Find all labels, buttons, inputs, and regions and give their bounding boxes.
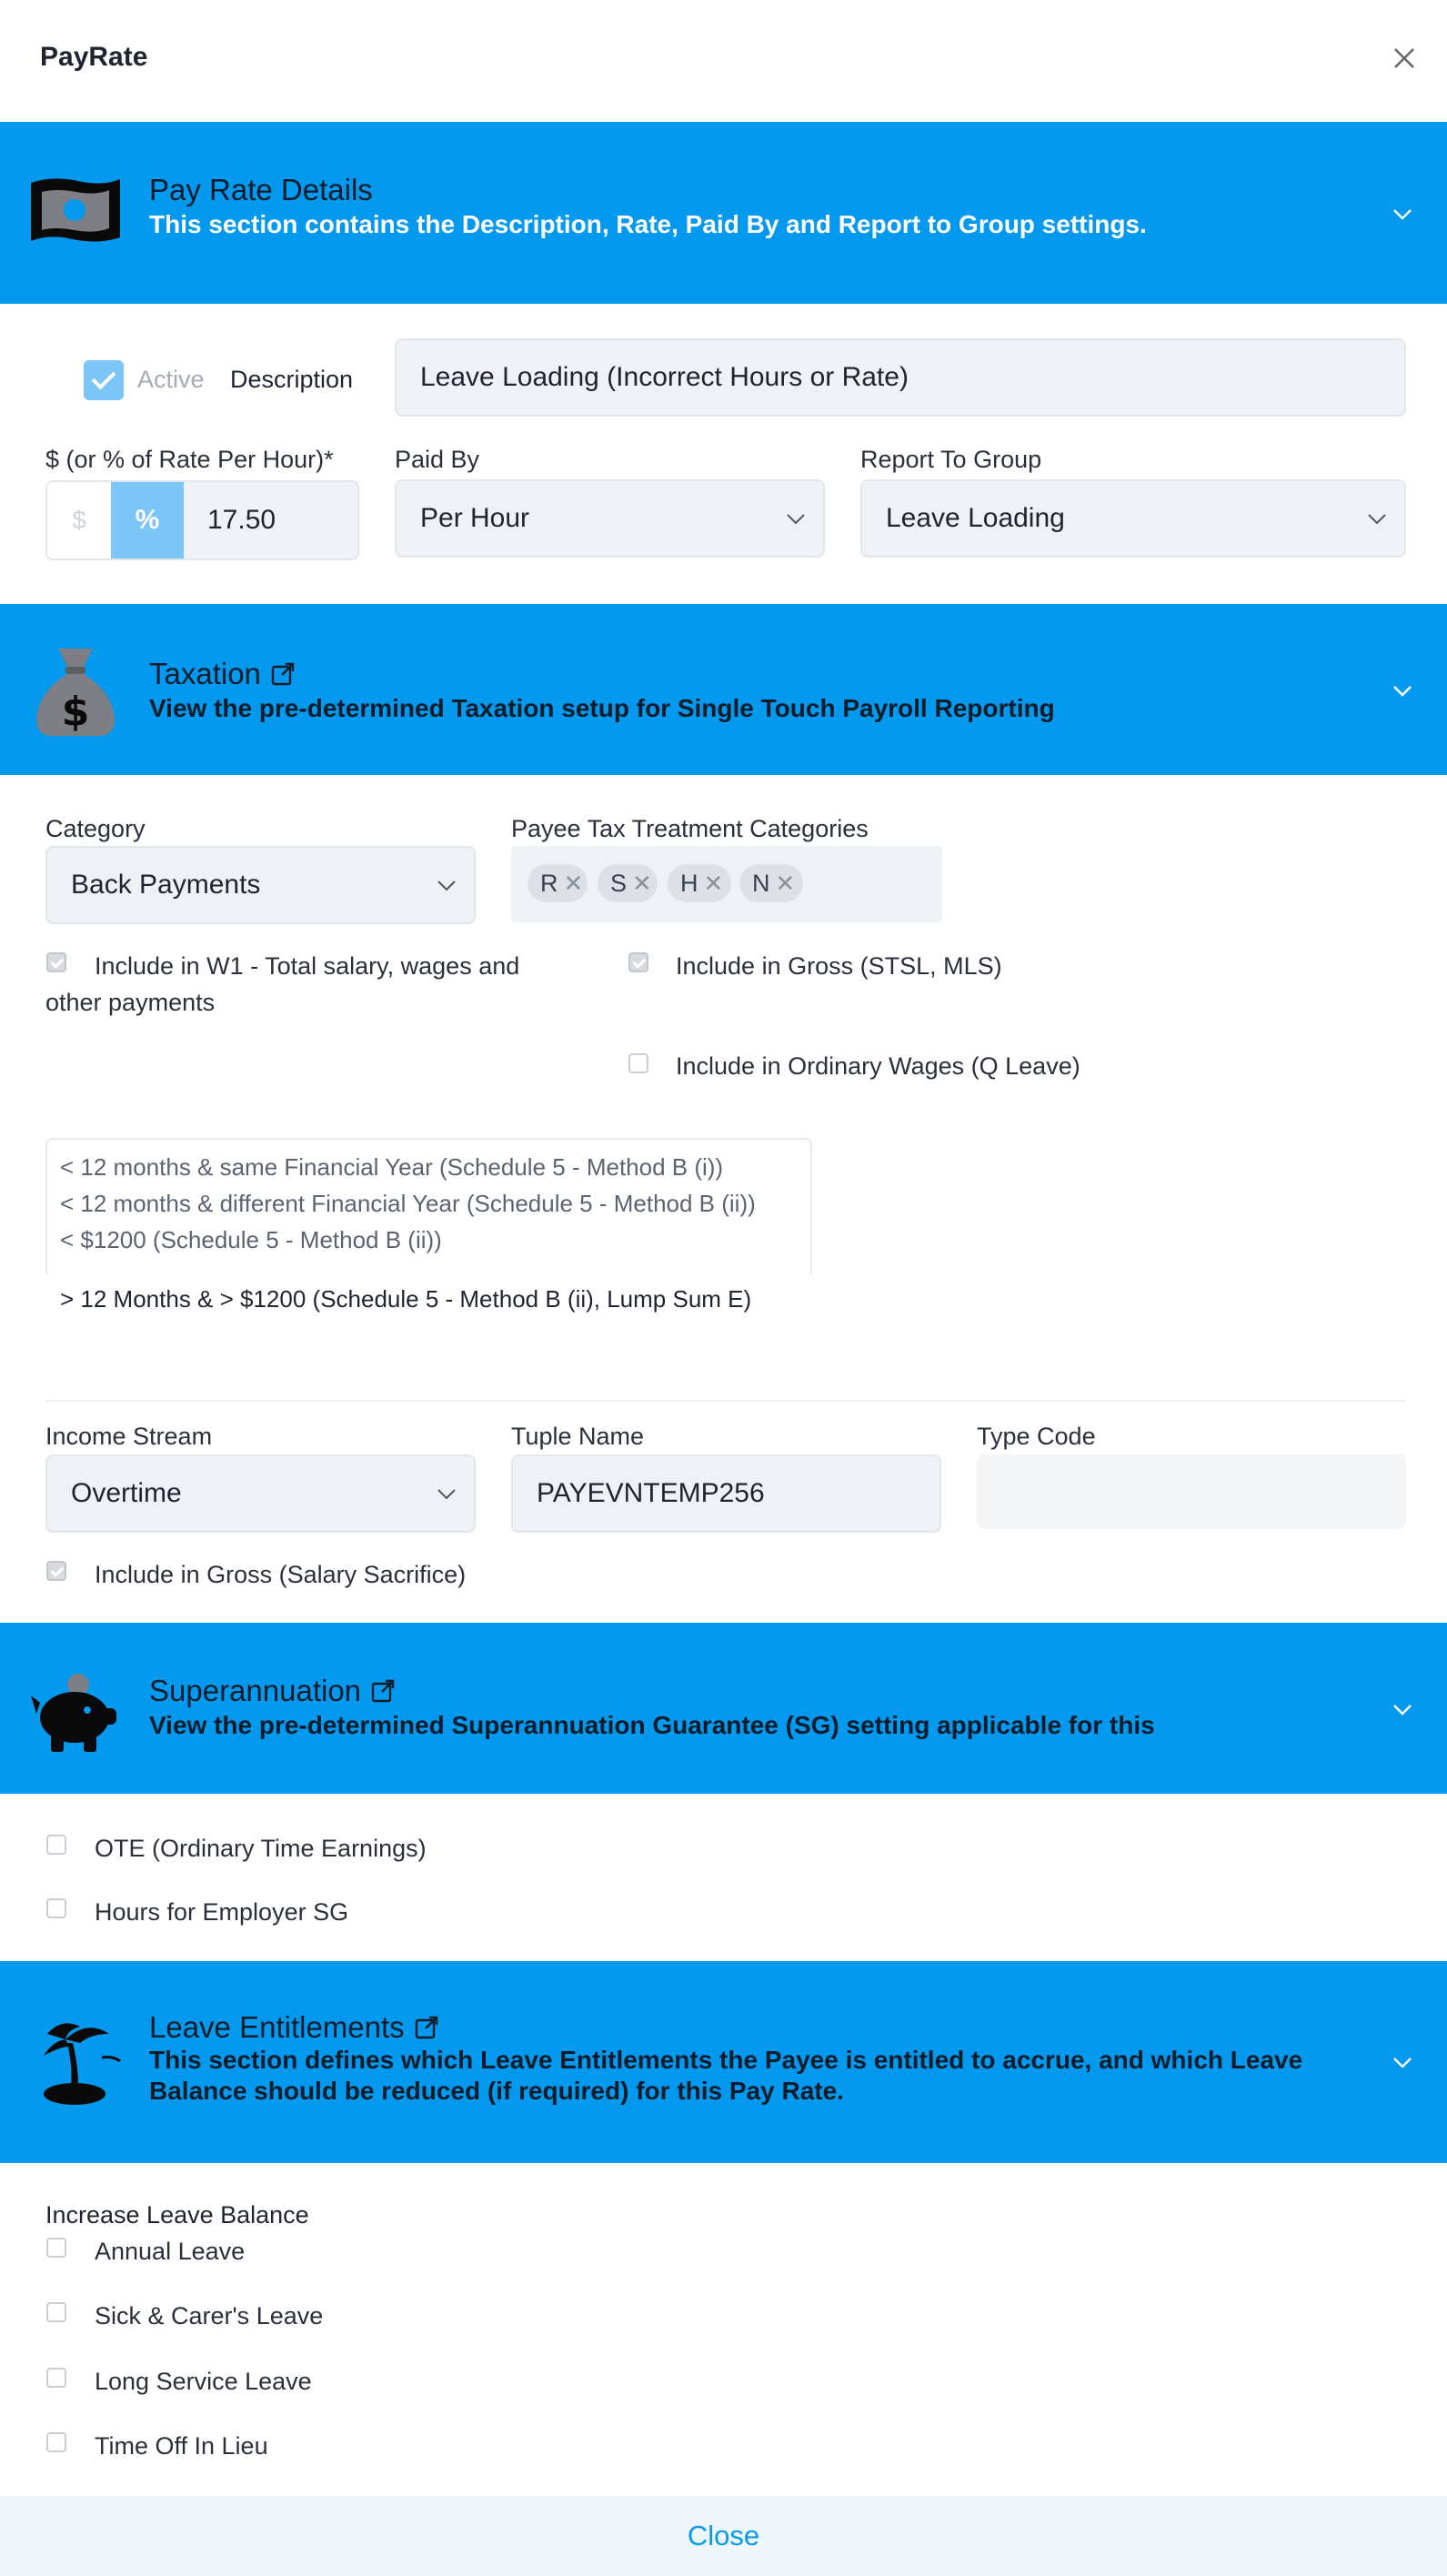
chevron-down-icon[interactable]	[1389, 2048, 1416, 2076]
chevron-down-icon[interactable]	[1389, 200, 1416, 227]
piggy-bank-icon	[25, 1659, 126, 1759]
active-checkbox[interactable]	[84, 360, 124, 400]
description-value: Leave Loading (Incorrect Hours or Rate)	[420, 362, 909, 392]
sick-leave-checkbox[interactable]	[46, 2302, 66, 2322]
rate-input-group: $ % 17.50	[45, 480, 359, 560]
superannuation-banner[interactable]: Superannuation View the pre-determined S…	[0, 1623, 1447, 1794]
percent-toggle[interactable]: %	[111, 482, 184, 558]
report-group-value: Leave Loading	[886, 503, 1065, 533]
income-stream-label: Income Stream	[45, 1423, 213, 1450]
category-value: Back Payments	[71, 870, 261, 900]
tag-s: S ✕	[598, 864, 658, 902]
leave-entitlements-banner[interactable]: Leave Entitlements This section defines …	[0, 1961, 1447, 2163]
chevron-down-icon[interactable]	[1389, 1696, 1416, 1723]
taxation-title: Taxation	[149, 657, 296, 691]
tag-h: H ✕	[668, 864, 731, 902]
svg-text:$: $	[62, 689, 90, 735]
modal-title: PayRate	[40, 42, 148, 72]
ote-label: OTE (Ordinary Time Earnings)	[95, 1835, 427, 1862]
include-gross-label: Include in Gross (STSL, MLS)	[676, 952, 1002, 980]
include-w1-label: Include in W1 - Total salary, wages and …	[45, 952, 520, 1016]
remove-tag-icon[interactable]: ✕	[632, 870, 652, 898]
tag-r: R ✕	[528, 864, 588, 902]
category-label: Category	[45, 815, 146, 842]
description-input[interactable]: Leave Loading (Incorrect Hours or Rate)	[395, 338, 1406, 417]
sick-leave-label: Sick & Carer's Leave	[95, 2302, 324, 2329]
long-service-label: Long Service Leave	[95, 2368, 312, 2395]
dollar-toggle[interactable]: $	[47, 482, 111, 558]
annual-leave-checkbox[interactable]	[46, 2238, 66, 2258]
include-salary-sacrifice-checkbox[interactable]	[46, 1561, 66, 1581]
increase-leave-label: Increase Leave Balance	[45, 2201, 309, 2229]
close-icon[interactable]	[1386, 40, 1422, 76]
type-code-input[interactable]	[977, 1454, 1406, 1529]
remove-tag-icon[interactable]: ✕	[564, 870, 584, 898]
toil-label: Time Off In Lieu	[95, 2432, 268, 2460]
remove-tag-icon[interactable]: ✕	[776, 870, 796, 898]
include-ordinary-label: Include in Ordinary Wages (Q Leave)	[676, 1052, 1080, 1080]
modal-footer: Close	[0, 2496, 1447, 2576]
chevron-down-icon	[437, 1489, 456, 1500]
divider	[45, 1400, 1406, 1402]
paid-by-value: Per Hour	[420, 503, 530, 533]
tuple-name-input[interactable]: PAYEVNTEMP256	[511, 1454, 941, 1533]
modal-header: PayRate	[0, 0, 1447, 122]
category-select[interactable]: Back Payments	[45, 846, 476, 924]
leave-entitlements-title: Leave Entitlements	[149, 2010, 439, 2045]
palm-island-icon	[25, 2012, 126, 2112]
toil-checkbox[interactable]	[46, 2432, 66, 2452]
taxation-banner[interactable]: $ Taxation View the pre-determined Taxat…	[0, 604, 1447, 775]
payee-tax-multiselect[interactable]: R ✕ S ✕ H ✕ N ✕	[511, 846, 942, 922]
pay-rate-details-title: Pay Rate Details	[149, 173, 373, 206]
include-ordinary-checkbox[interactable]	[628, 1053, 648, 1073]
description-label: Description	[230, 366, 354, 393]
payee-tax-label: Payee Tax Treatment Categories	[511, 815, 869, 842]
paid-by-select[interactable]: Per Hour	[395, 479, 825, 558]
chevron-down-icon	[437, 880, 456, 891]
superannuation-title: Superannuation	[149, 1674, 396, 1708]
money-bag-icon: $	[25, 645, 126, 745]
active-label: Active	[137, 366, 205, 393]
tuple-name-value: PAYEVNTEMP256	[537, 1478, 765, 1508]
pay-rate-details-description: This section contains the Description, R…	[149, 210, 1147, 238]
tuple-name-label: Tuple Name	[511, 1423, 645, 1450]
rate-label: $ (or % of Rate Per Hour)*	[45, 446, 334, 473]
hours-sg-label: Hours for Employer SG	[95, 1898, 349, 1926]
report-group-select[interactable]: Leave Loading	[860, 479, 1406, 558]
tag-n: N ✕	[739, 864, 803, 902]
report-group-label: Report To Group	[860, 446, 1042, 473]
annual-leave-label: Annual Leave	[95, 2238, 246, 2265]
type-code-label: Type Code	[977, 1423, 1096, 1450]
long-service-checkbox[interactable]	[46, 2368, 66, 2388]
external-link-icon[interactable]	[370, 1678, 396, 1704]
rate-input[interactable]: 17.50	[207, 482, 276, 558]
external-link-icon[interactable]	[270, 661, 296, 687]
banknote-icon	[25, 163, 126, 263]
ote-checkbox[interactable]	[46, 1835, 66, 1855]
chevron-down-icon	[787, 514, 805, 525]
income-stream-value: Overtime	[71, 1478, 182, 1508]
pay-rate-details-banner[interactable]: Pay Rate Details This section contains t…	[0, 122, 1447, 304]
lump-option[interactable]: < $1200 (Schedule 5 - Method B (ii))	[60, 1226, 442, 1254]
close-button[interactable]: Close	[688, 2520, 759, 2552]
hours-sg-checkbox[interactable]	[46, 1898, 66, 1918]
lump-option-selected[interactable]: > 12 Months & > $1200 (Schedule 5 - Meth…	[60, 1285, 751, 1313]
include-gross-checkbox[interactable]	[628, 952, 648, 972]
paid-by-label: Paid By	[395, 446, 480, 473]
chevron-down-icon[interactable]	[1389, 677, 1416, 704]
income-stream-select[interactable]: Overtime	[45, 1454, 476, 1533]
leave-entitlements-description: This section defines which Leave Entitle…	[149, 2046, 1303, 2105]
taxation-description: View the pre-determined Taxation setup f…	[149, 694, 1055, 722]
external-link-icon[interactable]	[414, 2015, 439, 2040]
include-salary-sacrifice-label: Include in Gross (Salary Sacrifice)	[95, 1561, 467, 1588]
remove-tag-icon[interactable]: ✕	[704, 870, 724, 898]
superannuation-description: View the pre-determined Superannuation G…	[149, 1711, 1155, 1739]
lump-option[interactable]: < 12 months & same Financial Year (Sched…	[60, 1153, 723, 1182]
lump-option[interactable]: < 12 months & different Financial Year (…	[60, 1190, 756, 1218]
chevron-down-icon	[1368, 514, 1386, 525]
